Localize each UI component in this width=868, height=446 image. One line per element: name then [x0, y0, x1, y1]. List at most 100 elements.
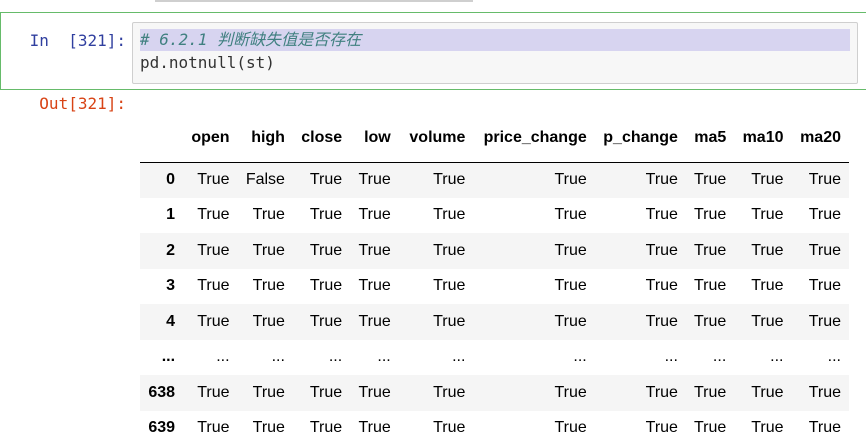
table-cell: True	[751, 241, 784, 259]
code-comment-line[interactable]: # 6.2.1 判断缺失值是否存在	[140, 29, 850, 51]
table-cell: True	[808, 383, 841, 401]
table-cell: True	[358, 312, 391, 330]
table-cell: ...	[452, 348, 466, 366]
table-row: 638 True True True True True True True True True T…	[140, 375, 849, 411]
table-cell: True	[808, 312, 841, 330]
table-cell: True	[252, 241, 285, 259]
table-cell: True	[554, 206, 587, 224]
table-row: 3 True True True True True True True True True Tru…	[140, 268, 849, 304]
column-header-ma20: ma20	[791, 114, 849, 163]
column-header-ma10: ma10	[734, 114, 792, 163]
table-cell: True	[645, 419, 678, 437]
table-cell: True	[433, 277, 466, 295]
column-header-ma5: ma5	[685, 114, 735, 163]
table-cell: ...	[827, 348, 841, 366]
table-cell: True	[358, 419, 391, 437]
table-row: 4 True True True True True True True True True Tru…	[140, 304, 849, 340]
table-cell: True	[808, 241, 841, 259]
table-cell: True	[197, 171, 230, 188]
table-cell: True	[693, 206, 727, 224]
table-cell: True	[433, 419, 466, 437]
table-cell: True	[309, 312, 343, 330]
table-cell: True	[197, 206, 230, 224]
table-cell: True	[645, 312, 678, 330]
table-cell: True	[808, 419, 841, 437]
table-cell: True	[358, 171, 391, 188]
table-cell: True	[252, 312, 285, 330]
table-cell: True	[197, 419, 230, 437]
row-index: 0	[166, 171, 176, 188]
table-cell: True	[309, 206, 343, 224]
table-cell: True	[693, 383, 727, 401]
table-cell: ...	[216, 348, 230, 366]
table-cell: True	[358, 277, 391, 295]
table-cell: True	[645, 277, 678, 295]
table-cell: True	[252, 277, 285, 295]
column-header-price-change: price_change	[473, 114, 595, 163]
output-prompt: Out[321]:	[39, 94, 126, 113]
row-index: 638	[148, 383, 176, 401]
input-prompt: In [321]:	[29, 31, 126, 50]
table-cell: True	[693, 277, 727, 295]
table-cell: True	[808, 206, 841, 224]
table-cell: ...	[328, 348, 343, 366]
table-cell: True	[751, 277, 784, 295]
table-cell: True	[309, 383, 343, 401]
table-cell: True	[358, 206, 391, 224]
table-cell: True	[554, 383, 587, 401]
dataframe-output[interactable]: open high close low volume price_change …	[140, 114, 849, 446]
table-cell: True	[751, 383, 784, 401]
table-cell: True	[554, 419, 587, 437]
table-cell: True	[197, 277, 230, 295]
row-index: 4	[166, 312, 176, 330]
table-row: 639 True True True True True True True True True T…	[140, 410, 849, 446]
row-index: ...	[161, 348, 176, 366]
column-header-p-change: p_change	[594, 114, 686, 163]
table-cell: True	[433, 383, 466, 401]
table-cell: True	[252, 419, 285, 437]
table-cell: ...	[770, 348, 784, 366]
table-cell: True	[808, 171, 841, 188]
table-cell: True	[433, 171, 466, 188]
table-cell: True	[554, 312, 587, 330]
table-cell: True	[197, 312, 230, 330]
table-row: 0 True False True True True True True True True Tr…	[140, 162, 849, 198]
table-cell: True	[358, 241, 391, 259]
previous-output-scrollbar[interactable]	[155, 0, 473, 2]
table-row: 2 True True True True True True True True True Tru…	[140, 233, 849, 269]
table-cell: True	[693, 171, 727, 188]
table-cell: False	[245, 171, 285, 188]
table-cell: True	[751, 206, 784, 224]
table-cell: True	[693, 312, 727, 330]
dataframe-table: open high close low volume price_change …	[140, 114, 849, 446]
table-row: 1 True True True True True True True True True Tru…	[140, 197, 849, 233]
column-header-high: high	[237, 114, 293, 163]
table-cell: True	[309, 171, 343, 188]
table-cell: True	[433, 206, 466, 224]
table-cell: ...	[271, 348, 285, 366]
table-cell: True	[645, 241, 678, 259]
row-index: 639	[148, 419, 176, 437]
index-header	[140, 114, 184, 163]
table-row: .................................	[140, 339, 849, 375]
table-cell: True	[645, 206, 678, 224]
table-cell: ...	[664, 348, 678, 366]
column-header-low: low	[350, 114, 399, 163]
table-cell: True	[693, 419, 727, 437]
column-header-volume: volume	[398, 114, 474, 163]
header-row: open high close low volume price_change …	[140, 114, 849, 163]
code-editor[interactable]: # 6.2.1 判断缺失值是否存在 pd.notnull(st)	[132, 22, 858, 84]
column-header-close: close	[292, 114, 351, 163]
table-cell: True	[433, 312, 466, 330]
table-cell: True	[358, 383, 391, 401]
table-cell: True	[197, 241, 230, 259]
table-cell: True	[309, 241, 343, 259]
table-cell: True	[645, 171, 678, 188]
table-cell: True	[309, 419, 343, 437]
table-cell: True	[808, 277, 841, 295]
table-cell: True	[751, 171, 784, 188]
code-call-line[interactable]: pd.notnull(st)	[140, 52, 275, 74]
table-cell: True	[309, 277, 343, 295]
table-cell: ...	[377, 348, 391, 366]
row-index: 2	[166, 241, 176, 259]
